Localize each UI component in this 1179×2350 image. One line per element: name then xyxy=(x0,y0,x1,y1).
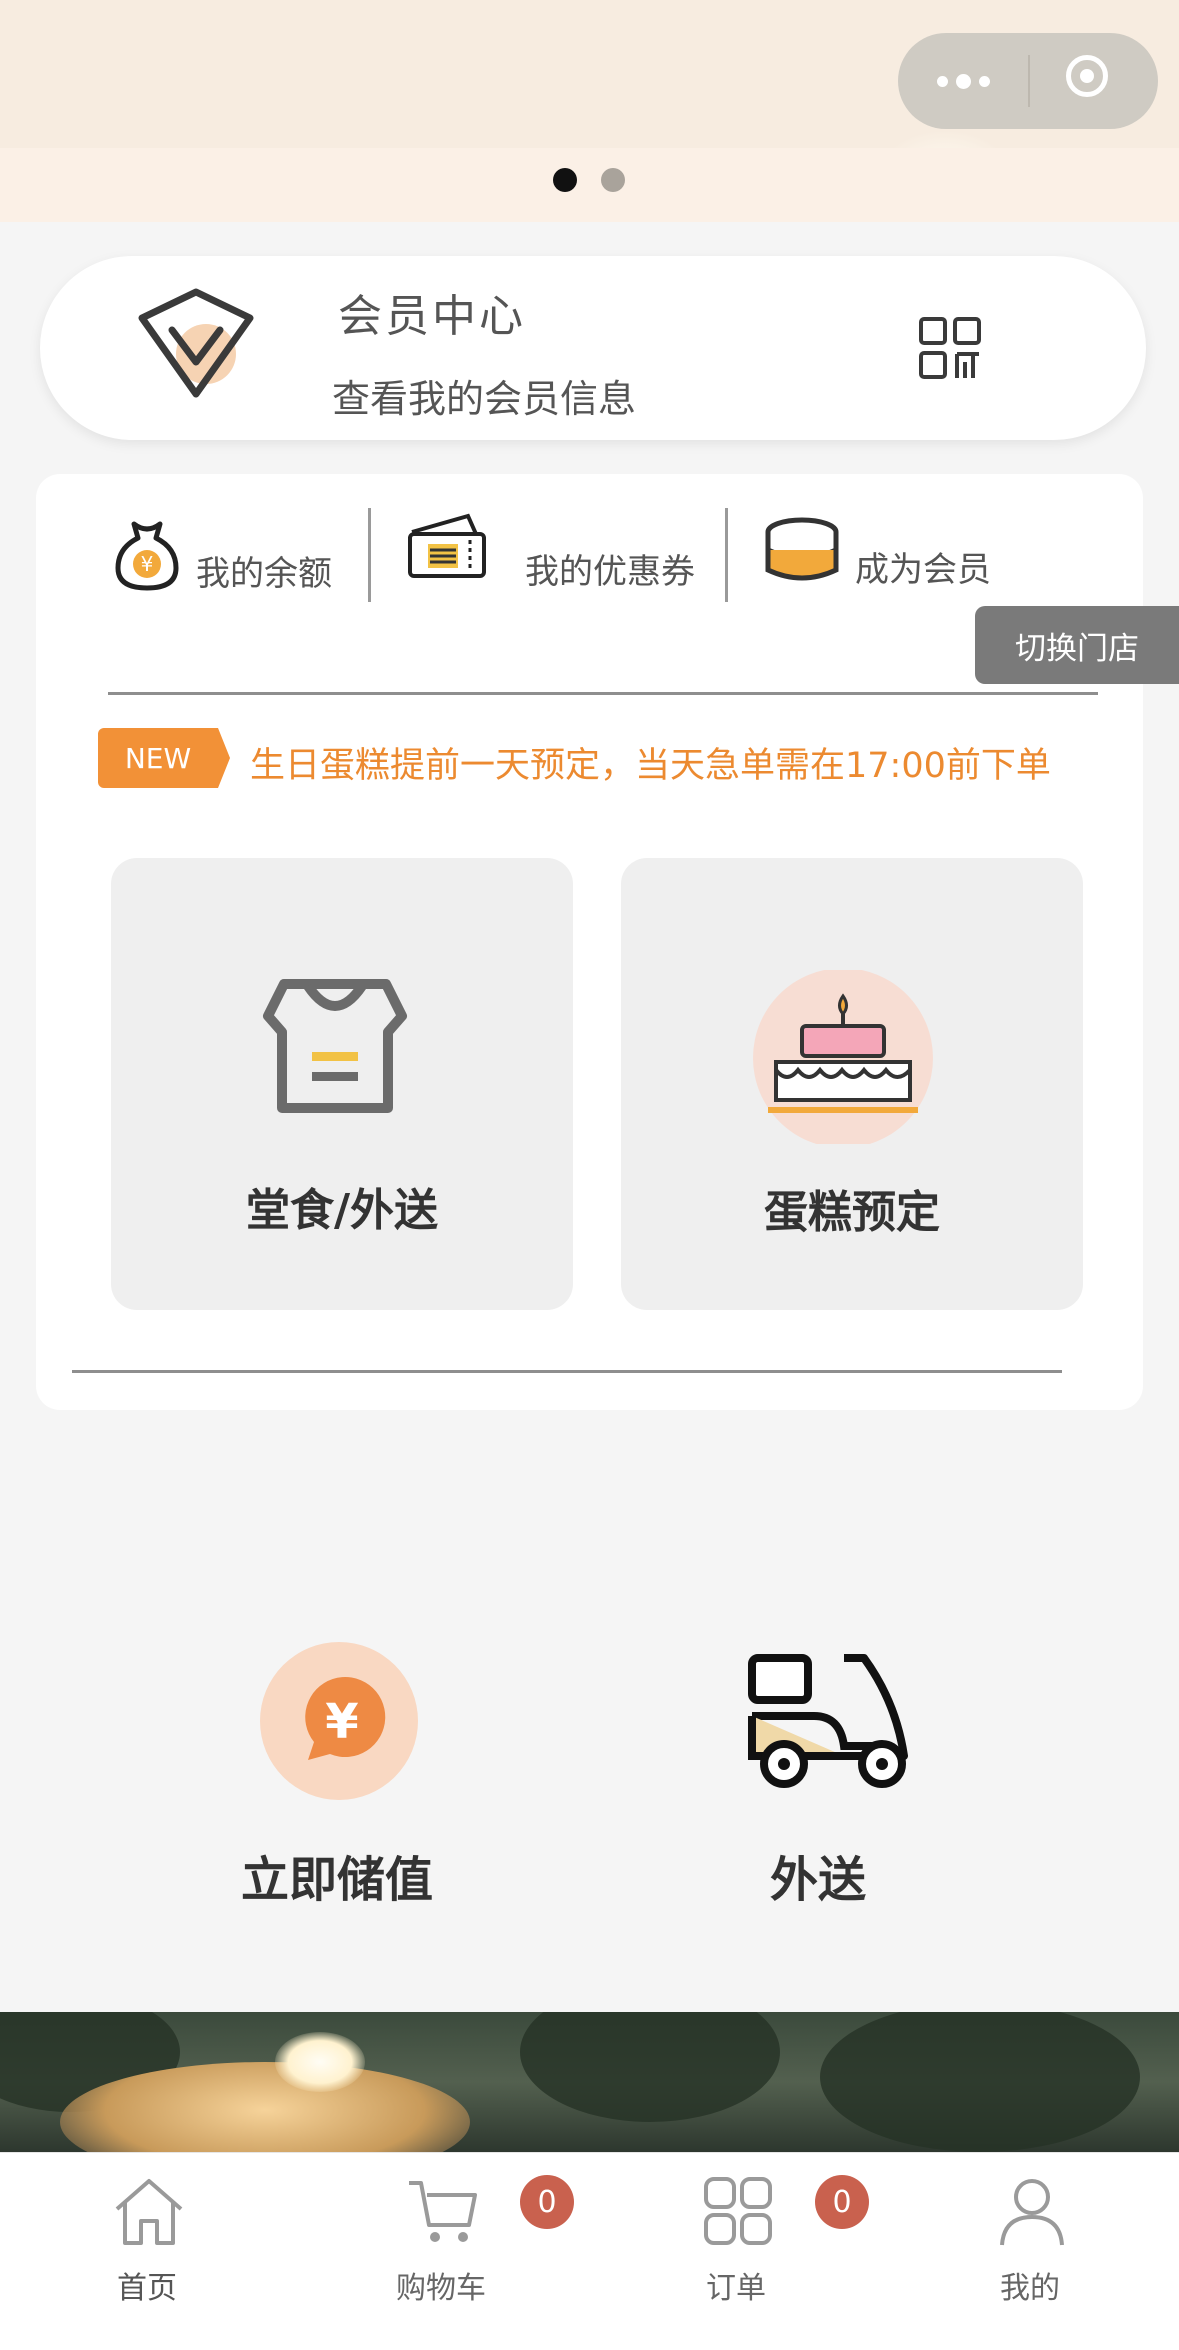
stat-balance-label[interactable]: 我的余额 xyxy=(196,546,332,595)
coin-stack-icon xyxy=(765,517,839,581)
pager-dot-active[interactable] xyxy=(553,168,577,192)
more-dots-icon[interactable] xyxy=(898,33,1028,129)
cart-icon xyxy=(409,2181,477,2242)
tab-profile-label: 我的 xyxy=(1000,2271,1060,2306)
target-circle-icon[interactable] xyxy=(1066,55,1108,97)
shop-icon xyxy=(263,979,407,1113)
yen-recharge-icon[interactable]: ¥ xyxy=(260,1642,418,1800)
new-badge: NEW xyxy=(98,728,230,788)
delivery-label[interactable]: 外送 xyxy=(668,1840,968,1910)
order-count-badge: 0 xyxy=(815,2175,869,2229)
mini-program-capsule xyxy=(898,33,1158,129)
pager-dot[interactable] xyxy=(601,168,625,192)
panel-divider xyxy=(72,1370,1062,1373)
stat-divider xyxy=(725,508,728,602)
dine-in-delivery-label: 堂食/外送 xyxy=(245,1185,439,1236)
cart-count-badge: 0 xyxy=(520,2175,574,2229)
stat-coupon-label[interactable]: 我的优惠券 xyxy=(525,544,695,593)
home-icon xyxy=(115,2179,183,2245)
panel-divider xyxy=(108,692,1098,695)
vip-diamond-icon xyxy=(138,288,254,398)
member-title: 会员中心 xyxy=(338,291,526,342)
svg-text:¥: ¥ xyxy=(325,1694,358,1750)
photo-foliage xyxy=(520,2012,780,2122)
qr-code-icon[interactable] xyxy=(918,316,982,380)
photo-foliage xyxy=(820,2012,1140,2152)
tab-home[interactable]: 首页 xyxy=(0,2153,294,2350)
tab-home-label: 首页 xyxy=(117,2271,177,2306)
user-icon xyxy=(1000,2179,1064,2246)
member-subtitle: 查看我的会员信息 xyxy=(332,377,637,421)
tab-profile[interactable]: 我的 xyxy=(883,2153,1177,2350)
capsule-divider xyxy=(1028,55,1030,107)
switch-store-button[interactable]: 切换门店 xyxy=(975,606,1179,684)
svg-text:¥: ¥ xyxy=(141,552,154,576)
photo-lamp-bulb xyxy=(275,2032,365,2092)
tab-orders-label: 订单 xyxy=(706,2271,766,2306)
scooter-icon[interactable] xyxy=(744,1652,914,1794)
recharge-label[interactable]: 立即储值 xyxy=(187,1840,487,1910)
bottom-tab-bar: 首页 购物车 0 订单 0 我的 xyxy=(0,2152,1179,2350)
grid-icon xyxy=(704,2177,772,2245)
banner-pager xyxy=(553,168,625,192)
money-bag-icon: ¥ xyxy=(115,521,179,591)
notice-text[interactable]: 生日蛋糕提前一天预定，当天急单需在17:00前下单 xyxy=(250,737,1051,788)
stat-divider xyxy=(368,508,371,602)
tab-cart-label: 购物车 xyxy=(396,2271,486,2306)
cake-icon xyxy=(753,970,933,1144)
promo-photo-banner[interactable] xyxy=(0,2012,1179,2152)
cake-order-label: 蛋糕预定 xyxy=(764,1187,940,1238)
coupon-icon xyxy=(408,513,486,578)
stat-member-label[interactable]: 成为会员 xyxy=(855,542,991,591)
